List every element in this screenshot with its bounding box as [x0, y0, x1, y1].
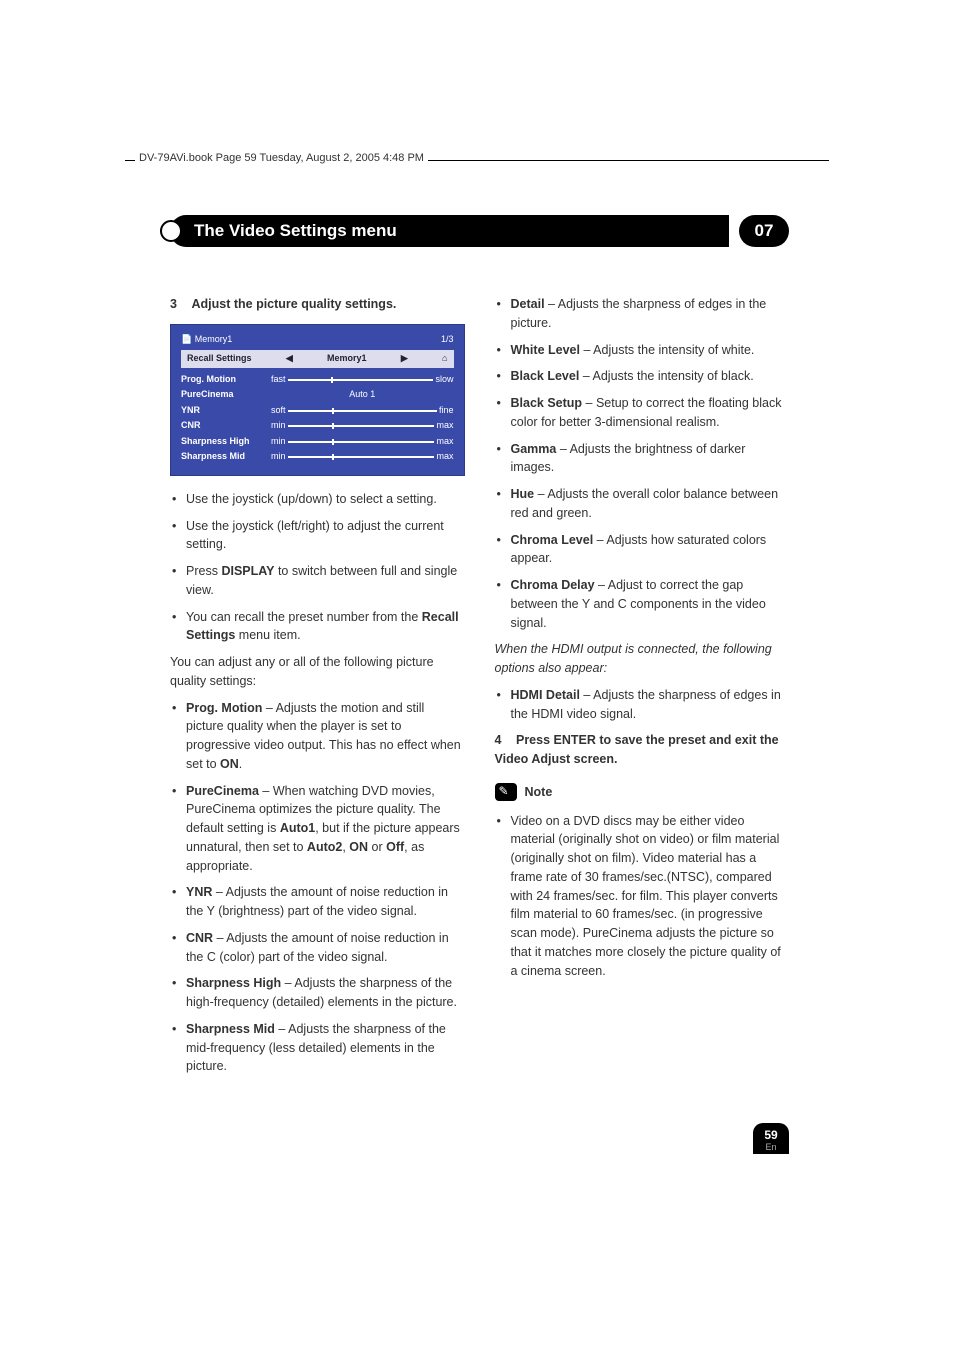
osd-row: Prog. Motionfastslow [181, 372, 454, 388]
osd-header-left: Recall Settings [187, 352, 252, 366]
list-item: YNR – Adjusts the amount of noise reduct… [186, 883, 465, 921]
list-item: You can recall the preset number from th… [186, 608, 465, 646]
step-3: 3 Adjust the picture quality settings. [170, 295, 465, 314]
list-item: HDMI Detail – Adjusts the sharpness of e… [511, 686, 790, 724]
list-item: Press DISPLAY to switch between full and… [186, 562, 465, 600]
list-item: Use the joystick (up/down) to select a s… [186, 490, 465, 509]
osd-top-row: 📄 Memory1 1/3 [181, 333, 454, 347]
page-lang: En [753, 1142, 789, 1152]
list-item: Chroma Delay – Adjust to correct the gap… [511, 576, 790, 632]
osd-right-arrow-icon: ▶ [401, 352, 408, 366]
osd-panel: 📄 Memory1 1/3 Recall Settings ◀ Memory1 … [170, 324, 465, 476]
list-item: Hue – Adjusts the overall color balance … [511, 485, 790, 523]
note-item: Video on a DVD discs may be either video… [511, 812, 790, 981]
page-content: The Video Settings menu 07 3 Adjust the … [170, 215, 789, 1084]
hdmi-settings-list: HDMI Detail – Adjusts the sharpness of e… [495, 686, 790, 724]
section-number: 07 [739, 215, 789, 247]
list-item: Use the joystick (left/right) to adjust … [186, 517, 465, 555]
list-item: Detail – Adjusts the sharpness of edges … [511, 295, 790, 333]
list-item: CNR – Adjusts the amount of noise reduct… [186, 929, 465, 967]
left-column: 3 Adjust the picture quality settings. 📄… [170, 295, 465, 1084]
hdmi-note: When the HDMI output is connected, the f… [495, 640, 790, 678]
osd-row: CNRminmax [181, 418, 454, 434]
list-item: Gamma – Adjusts the brightness of darker… [511, 440, 790, 478]
settings-list-1: Prog. Motion – Adjusts the motion and st… [170, 699, 465, 1077]
list-item: White Level – Adjusts the intensity of w… [511, 341, 790, 360]
note-list: Video on a DVD discs may be either video… [495, 812, 790, 981]
list-item: Chroma Level – Adjusts how saturated col… [511, 531, 790, 569]
two-column-layout: 3 Adjust the picture quality settings. 📄… [170, 295, 789, 1084]
list-item: Black Level – Adjusts the intensity of b… [511, 367, 790, 386]
list-item: PureCinema – When watching DVD movies, P… [186, 782, 465, 876]
step-text: Adjust the picture quality settings. [191, 297, 396, 311]
page-number: 59 [753, 1128, 789, 1142]
pencil-icon [495, 783, 517, 801]
section-title: The Video Settings menu [170, 215, 729, 247]
step-4: 4 Press ENTER to save the preset and exi… [495, 731, 790, 769]
osd-header-mid: Memory1 [327, 352, 367, 366]
osd-row: Sharpness Highminmax [181, 434, 454, 450]
list-item: Sharpness Mid – Adjusts the sharpness of… [186, 1020, 465, 1076]
note-label: Note [525, 783, 553, 802]
osd-row: YNRsoftfine [181, 403, 454, 419]
osd-row: PureCinemaAuto 1 [181, 387, 454, 403]
list-item: Black Setup – Setup to correct the float… [511, 394, 790, 432]
osd-page: 1/3 [441, 333, 454, 347]
step-number: 4 [495, 731, 513, 750]
running-header: DV-79AVi.book Page 59 Tuesday, August 2,… [135, 152, 428, 164]
note-heading: Note [495, 783, 790, 802]
osd-title: 📄 Memory1 [181, 333, 232, 347]
osd-home-icon: ⌂ [442, 352, 447, 366]
step-text: Press ENTER to save the preset and exit … [495, 733, 779, 766]
step-number: 3 [170, 295, 188, 314]
page-number-badge: 59 En [753, 1123, 789, 1154]
list-item: Sharpness High – Adjusts the sharpness o… [186, 974, 465, 1012]
intro-para: You can adjust any or all of the followi… [170, 653, 465, 691]
right-column: Detail – Adjusts the sharpness of edges … [495, 295, 790, 1084]
osd-left-arrow-icon: ◀ [286, 352, 293, 366]
osd-rows: Prog. MotionfastslowPureCinemaAuto 1YNRs… [181, 372, 454, 465]
osd-header: Recall Settings ◀ Memory1 ▶ ⌂ [181, 350, 454, 368]
settings-list-2: Detail – Adjusts the sharpness of edges … [495, 295, 790, 632]
title-bar: The Video Settings menu 07 [170, 215, 789, 247]
list-item: Prog. Motion – Adjusts the motion and st… [186, 699, 465, 774]
instruction-list: Use the joystick (up/down) to select a s… [170, 490, 465, 645]
osd-row: Sharpness Midminmax [181, 449, 454, 465]
